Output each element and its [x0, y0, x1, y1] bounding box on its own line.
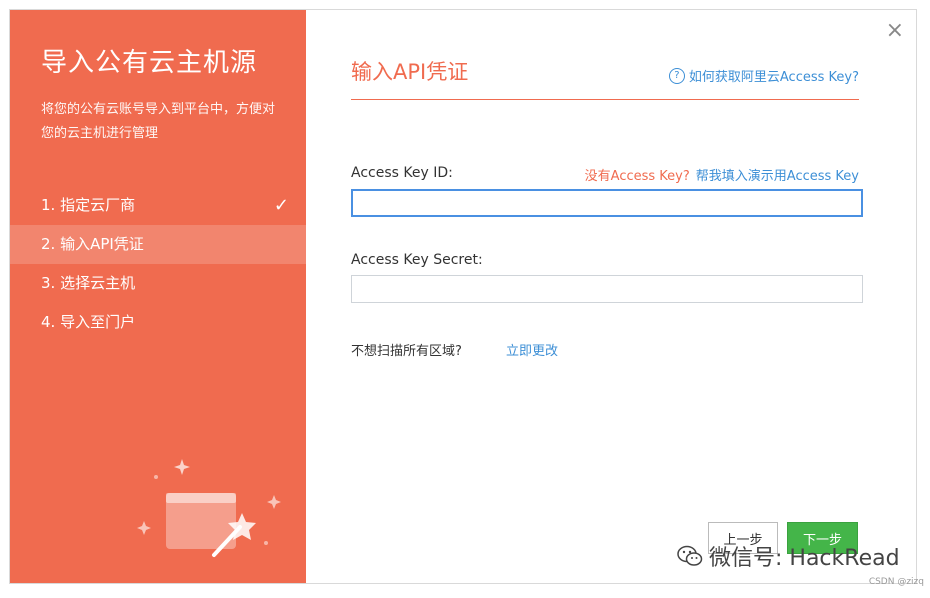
step-label: 3. 选择云主机 — [41, 274, 136, 292]
step-list: 1. 指定云厂商 ✓ 2. 输入API凭证 3. 选择云主机 4. 导入至门户 — [10, 186, 306, 342]
help-link-text: 如何获取阿里云Access Key? — [688, 70, 859, 85]
access-key-id-label: Access Key ID: — [351, 165, 453, 181]
fill-demo-key-link[interactable]: 帮我填入演示用Access Key — [696, 169, 859, 184]
right-panel: × 输入API凭证 ? 如何获取阿里云Access Key? Access Ke… — [306, 10, 916, 583]
access-key-id-input[interactable] — [351, 189, 863, 217]
step-import-portal[interactable]: 4. 导入至门户 — [10, 303, 306, 342]
check-icon: ✓ — [273, 195, 289, 216]
import-cloud-dialog: 导入公有云主机源 将您的公有云账号导入到平台中，方便对您的云主机进行管理 1. … — [9, 9, 917, 584]
access-key-secret-label: Access Key Secret: — [351, 252, 483, 268]
access-key-secret-input[interactable] — [351, 275, 863, 303]
close-icon[interactable]: × — [886, 18, 904, 43]
left-panel: 导入公有云主机源 将您的公有云账号导入到平台中，方便对您的云主机进行管理 1. … — [10, 10, 306, 583]
wechat-watermark: 微信号: HackRead — [677, 540, 900, 572]
step-label: 2. 输入API凭证 — [41, 235, 144, 253]
section-heading: 输入API凭证 — [351, 60, 469, 84]
panel-description: 将您的公有云账号导入到平台中，方便对您的云主机进行管理 — [41, 102, 276, 141]
step-specify-vendor[interactable]: 1. 指定云厂商 ✓ — [10, 186, 306, 225]
magic-wand-illustration-icon — [137, 459, 281, 557]
wechat-icon — [677, 545, 703, 566]
heading-divider — [351, 99, 859, 100]
region-question: 不想扫描所有区域? — [351, 344, 462, 359]
change-region-link[interactable]: 立即更改 — [506, 340, 558, 359]
csdn-credit: CSDN @zizq — [868, 577, 924, 587]
step-label: 1. 指定云厂商 — [41, 196, 136, 214]
question-icon: ? — [668, 67, 685, 84]
step-enter-credentials[interactable]: 2. 输入API凭证 — [10, 225, 306, 264]
no-access-key-link[interactable]: 没有Access Key? — [585, 169, 690, 184]
help-link[interactable]: ? 如何获取阿里云Access Key? — [668, 66, 859, 85]
step-select-hosts[interactable]: 3. 选择云主机 — [10, 264, 306, 303]
watermark-text: 微信号: HackRead — [709, 546, 900, 571]
no-key-help: 没有Access Key? 帮我填入演示用Access Key — [585, 165, 859, 184]
step-label: 4. 导入至门户 — [41, 313, 136, 331]
panel-title: 导入公有云主机源 — [41, 48, 258, 78]
